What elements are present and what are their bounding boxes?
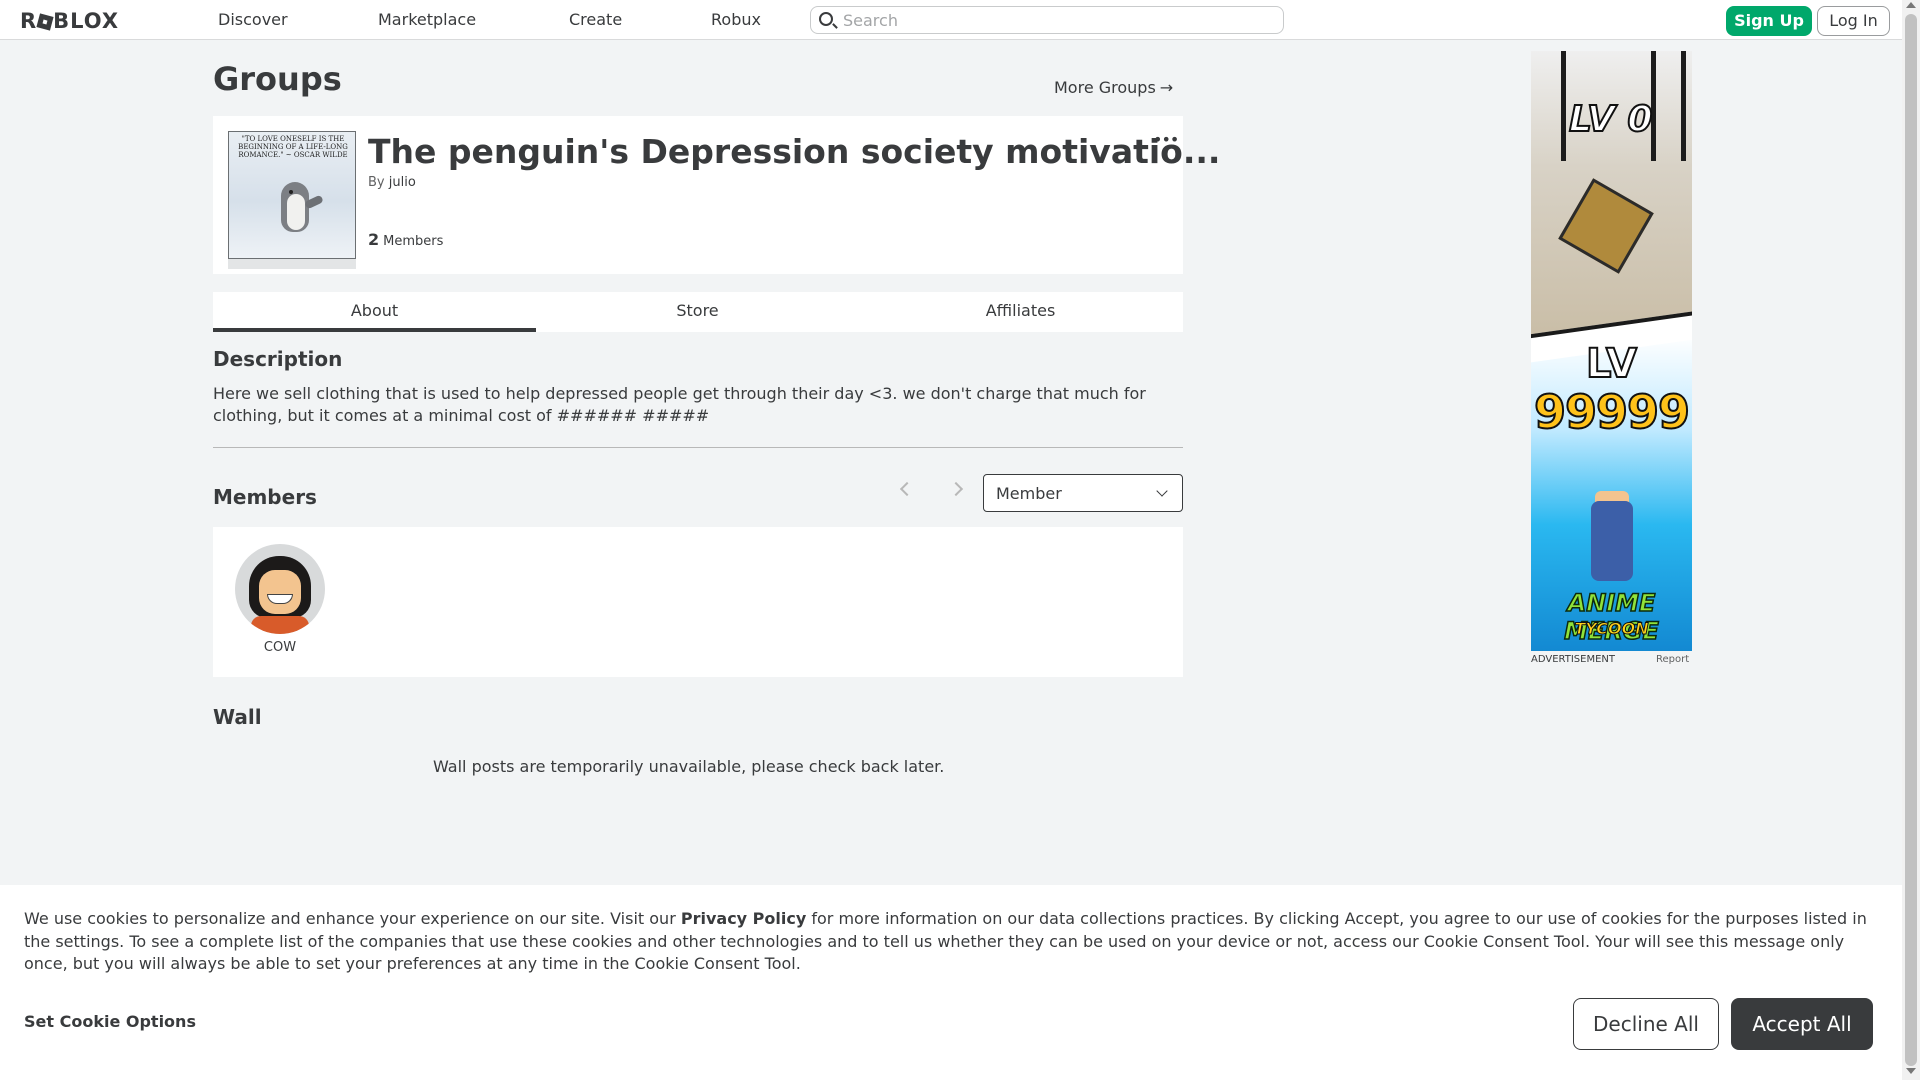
chevron-left-icon[interactable] [899,481,915,497]
chevron-right-icon[interactable] [948,481,964,497]
scroll-down-icon[interactable] [1906,1068,1916,1074]
owner-by-label: By [368,175,385,190]
member-name[interactable]: COW [235,640,325,655]
role-dropdown[interactable]: Member [983,474,1183,512]
wall-heading: Wall [213,705,262,729]
ad-lv0-text: LV 0 [1568,98,1653,141]
nav-robux[interactable]: Robux [711,10,761,29]
roblox-logo[interactable]: R BLOX [20,9,119,33]
nav-marketplace[interactable]: Marketplace [378,10,476,29]
tab-about[interactable]: About [213,292,536,332]
more-groups-link[interactable]: More Groups → [1054,78,1173,97]
ad-report-link[interactable]: Report [1656,654,1689,665]
member-count-label: Members [383,234,444,249]
search-input[interactable] [843,10,1273,30]
scroll-up-icon[interactable] [1906,2,1916,8]
login-button[interactable]: Log In [1817,6,1890,36]
role-selected-value: Member [996,484,1062,503]
ad-level-number: 99999 [1533,384,1691,440]
group-description: Here we sell clothing that is used to he… [213,384,1146,425]
owner-link[interactable]: julio [389,175,416,190]
avatar[interactable] [235,544,325,634]
group-header-card: "TO LOVE ONESELF IS THE BEGINNING OF A L… [213,116,1220,274]
group-tabs: About Store Affiliates [213,292,1183,332]
description-heading: Description [213,347,343,371]
tab-store[interactable]: Store [536,292,859,332]
nav-create[interactable]: Create [569,10,622,29]
advertisement-banner[interactable]: LV 0 LV 99999 ANIME MERGE TYCOON [1531,51,1692,651]
section-divider [213,447,1183,448]
member-count-value: 2 [368,230,380,249]
more-groups-label: More Groups [1054,78,1156,97]
nav-discover[interactable]: Discover [218,10,288,29]
search-icon [819,12,833,26]
cookie-message: We use cookies to personalize and enhanc… [24,909,1867,973]
search-box[interactable] [810,6,1284,34]
members-list: COW [213,527,1183,677]
group-owner: By julio [368,175,416,190]
ad-game-subtitle: TYCOON [1574,619,1649,639]
decline-all-button[interactable]: Decline All [1573,998,1719,1050]
wall-unavailable-message: Wall posts are temporarily unavailable, … [433,757,945,776]
member-card[interactable]: COW [235,544,325,655]
tab-affiliates[interactable]: Affiliates [859,292,1182,332]
arrow-right-icon: → [1159,78,1174,97]
accept-all-button[interactable]: Accept All [1731,998,1873,1050]
chevron-down-icon [1156,485,1168,497]
ad-hero-image [1591,501,1633,581]
emblem-quote: "TO LOVE ONESELF IS THE BEGINNING OF A L… [238,135,348,159]
group-member-count: 2 Members [368,230,443,249]
scrollbar-thumb[interactable] [1905,14,1917,1066]
group-emblem: "TO LOVE ONESELF IS THE BEGINNING OF A L… [228,131,356,259]
privacy-policy-link[interactable]: Privacy Policy [681,909,806,928]
top-nav-bar: R BLOX Discover Marketplace Create Robux … [0,0,1902,40]
page-title: Groups [213,60,342,98]
set-cookie-options-link[interactable]: Set Cookie Options [24,1012,196,1031]
cookie-banner: We use cookies to personalize and enhanc… [0,885,1902,1080]
group-name: The penguin's Depression society motivat… [368,132,1221,171]
members-heading: Members [213,485,317,509]
ad-lv-text: LV [1585,340,1638,388]
more-options-icon[interactable]: ••• [1153,130,1179,149]
signup-button[interactable]: Sign Up [1726,6,1812,36]
advertisement-label: ADVERTISEMENT [1531,654,1616,665]
